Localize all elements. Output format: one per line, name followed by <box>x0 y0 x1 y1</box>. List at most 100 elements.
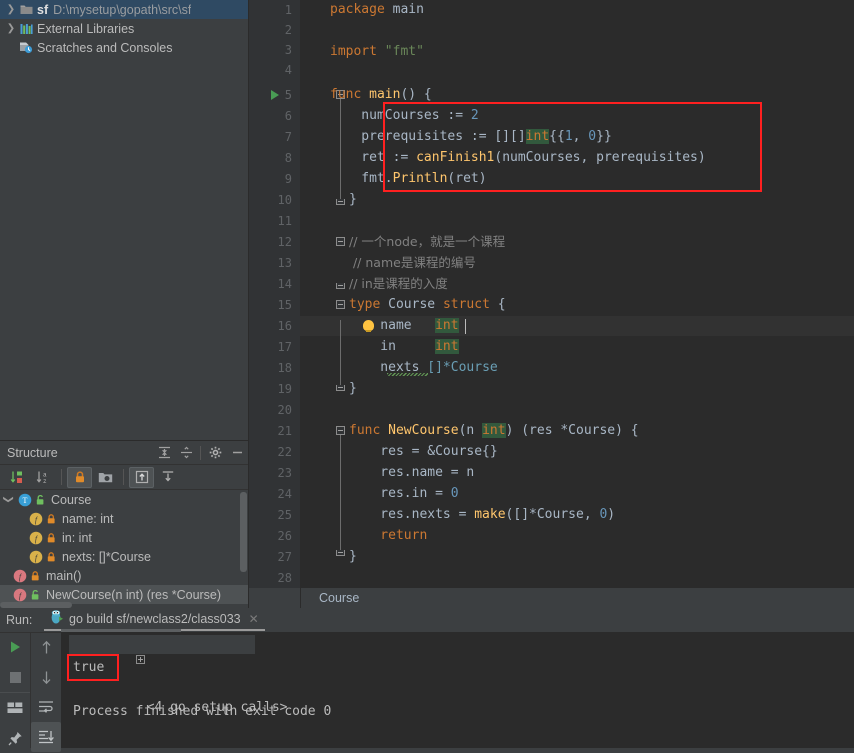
public-lock-icon <box>33 494 48 506</box>
sort-by-visibility-icon[interactable] <box>5 467 30 488</box>
structure-panel: Structure az ❯ T Course f name: int f in… <box>0 440 249 609</box>
line-number: 15 <box>277 298 292 312</box>
stop-icon[interactable] <box>0 662 30 692</box>
folder-icon <box>18 4 34 15</box>
annotation-box-true-output <box>67 654 119 681</box>
fold-line <box>340 432 341 550</box>
structure-item-course[interactable]: ❯ T Course <box>0 490 248 509</box>
divider <box>123 469 124 485</box>
chevron-down-icon[interactable]: ❯ <box>3 492 14 508</box>
line-number: 10 <box>277 193 292 207</box>
group-by-file-icon[interactable] <box>93 467 118 488</box>
structure-item-label: in: int <box>62 530 92 545</box>
show-imported-icon[interactable] <box>155 467 180 488</box>
public-lock-icon <box>28 589 43 601</box>
line-number: 24 <box>277 487 292 501</box>
fold-marker-comment[interactable] <box>336 237 345 246</box>
scroll-down-icon[interactable] <box>31 662 61 692</box>
line-number: 13 <box>277 256 292 270</box>
editor-breadcrumb-bar: Course <box>249 588 854 608</box>
structure-tree: ❯ T Course f name: int f in: int f nexts… <box>0 490 248 609</box>
expand-all-icon[interactable] <box>153 443 175 463</box>
structure-title: Structure <box>7 445 58 460</box>
run-tab[interactable]: go build sf/newclass2/class033 ✕ <box>44 608 265 631</box>
line-number: 12 <box>277 235 292 249</box>
console-fold-line[interactable]: <4 go setup calls> <box>73 634 288 715</box>
code-line-19: } <box>349 381 357 396</box>
sort-alphabetically-icon[interactable]: az <box>31 467 56 488</box>
structure-item-main[interactable]: f main() <box>0 566 248 585</box>
run-gutter-icon[interactable] <box>271 90 279 100</box>
editor-gutter[interactable]: 1 2 3 4 5 6 7 8 9 10 11 12 13 14 15 16 1… <box>249 0 300 608</box>
project-module-name: sf <box>37 2 49 17</box>
structure-header: Structure <box>0 441 248 465</box>
divider <box>200 445 201 460</box>
ide-window: ❯ sf D:\mysetup\gopath\src\sf ❯ External … <box>0 0 854 752</box>
fold-marker-comment-end[interactable] <box>336 283 345 289</box>
structure-item-in[interactable]: f in: int <box>0 528 248 547</box>
breadcrumb[interactable]: Course <box>319 591 359 605</box>
line-number: 3 <box>284 43 292 57</box>
code-text-area[interactable]: package main import "fmt" func main() { … <box>300 0 854 608</box>
settings-gear-icon[interactable] <box>204 443 226 463</box>
fold-marker-newcourse[interactable] <box>336 426 345 435</box>
run-tab-name: go build sf/newclass2/class033 <box>69 611 241 626</box>
divider <box>61 469 62 485</box>
project-tree-row-external-libraries[interactable]: ❯ External Libraries <box>0 19 248 38</box>
code-line-27: } <box>349 549 357 564</box>
layout-icon[interactable] <box>0 692 30 723</box>
project-module-path: D:\mysetup\gopath\src\sf <box>53 2 192 17</box>
line-number: 17 <box>277 340 292 354</box>
line-number: 18 <box>277 361 292 375</box>
console-output[interactable]: <4 go setup calls> true Process finished… <box>61 632 854 748</box>
structure-vertical-scrollbar[interactable] <box>240 492 247 572</box>
close-icon[interactable]: ✕ <box>249 612 259 626</box>
run-icon[interactable] <box>0 632 30 662</box>
project-tree-panel: ❯ sf D:\mysetup\gopath\src\sf ❯ External … <box>0 0 249 440</box>
line-number: 21 <box>277 424 292 438</box>
hide-panel-icon[interactable] <box>226 443 248 463</box>
line-number: 2 <box>284 23 292 37</box>
project-tree-row-scratches[interactable]: ❯ Scratches and Consoles <box>0 38 248 57</box>
fold-marker-struct-end[interactable] <box>336 385 345 391</box>
code-line-25: res.nexts = make([]*Course, 0) <box>349 507 616 522</box>
code-line-17: in int <box>349 339 459 354</box>
line-number: 26 <box>277 529 292 543</box>
code-editor[interactable]: 1 2 3 4 5 6 7 8 9 10 11 12 13 14 15 16 1… <box>249 0 854 608</box>
code-line-14: // in是课程的入度 <box>349 276 448 291</box>
line-number: 14 <box>277 277 292 291</box>
line-number: 20 <box>277 403 292 417</box>
collapse-all-icon[interactable] <box>175 443 197 463</box>
code-line-15: type Course struct { <box>349 297 506 312</box>
structure-item-label: NewCourse(n int) (res *Course) <box>46 587 222 602</box>
fold-marker-main-end[interactable] <box>336 199 345 205</box>
code-line-21: func NewCourse(n int) (res *Course) { <box>349 423 639 438</box>
scroll-up-icon[interactable] <box>31 632 61 662</box>
show-non-public-icon[interactable] <box>67 466 92 488</box>
run-toolbar-right <box>30 632 61 752</box>
soft-wrap-icon[interactable] <box>31 692 61 722</box>
structure-item-name[interactable]: f name: int <box>0 509 248 528</box>
show-inherited-icon[interactable] <box>129 466 154 488</box>
structure-toolbar: az <box>0 465 248 490</box>
chevron-right-icon[interactable]: ❯ <box>4 23 18 34</box>
project-tree-row-sf[interactable]: ❯ sf D:\mysetup\gopath\src\sf <box>0 0 248 19</box>
code-line-24: res.in = 0 <box>349 486 459 501</box>
divider <box>300 588 301 608</box>
line-number: 16 <box>277 319 292 333</box>
func-icon: f <box>11 588 28 602</box>
chevron-right-icon[interactable]: ❯ <box>4 4 18 15</box>
project-external-libraries-label: External Libraries <box>37 21 135 36</box>
pin-icon[interactable] <box>0 723 30 753</box>
structure-item-nexts[interactable]: f nexts: []*Course <box>0 547 248 566</box>
code-line-16: name int <box>349 318 459 333</box>
code-line-1: package main <box>330 2 424 17</box>
line-number: 4 <box>284 63 292 77</box>
fold-marker-newcourse-end[interactable] <box>336 550 345 556</box>
line-number: 19 <box>277 382 292 396</box>
fold-line <box>340 320 341 386</box>
fold-marker-struct[interactable] <box>336 300 345 309</box>
expand-fold-icon[interactable] <box>135 655 145 664</box>
text-caret <box>465 319 466 334</box>
libraries-icon <box>18 23 34 35</box>
